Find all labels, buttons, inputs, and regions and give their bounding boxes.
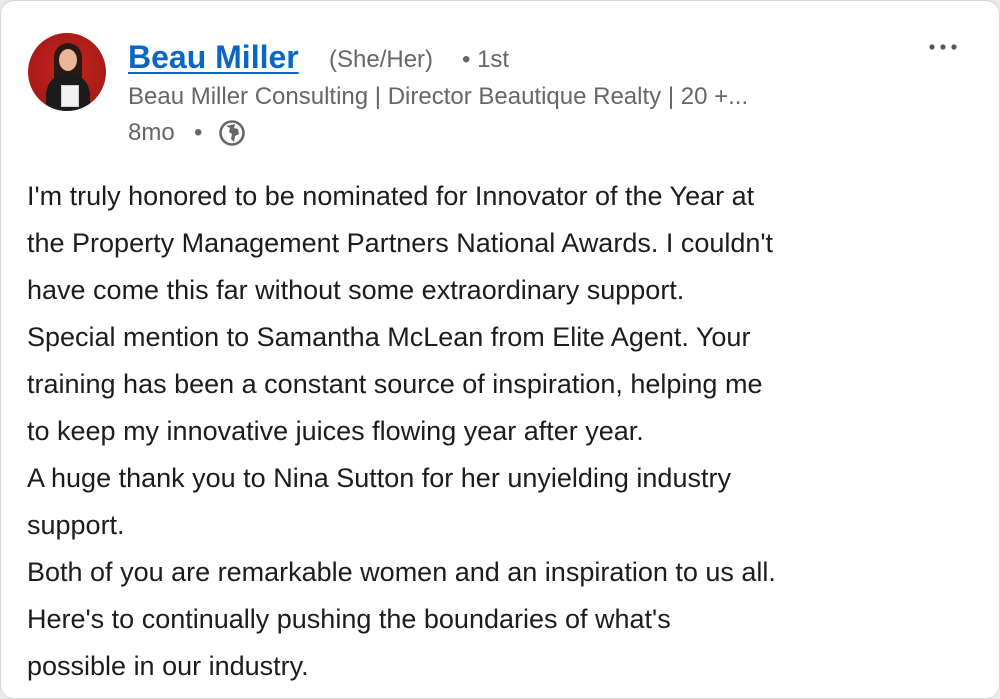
post-text-line: Both of you are remarkable women and an … [27,557,776,587]
post-text-line: I'm truly honored to be nominated for In… [27,181,755,211]
post-text-line: A huge thank you to Nina Sutton for her … [27,463,731,493]
globe-icon [219,120,245,146]
post-text-line: Special mention to Samantha McLean from … [27,322,751,352]
post-text-line: training has been a constant source of i… [27,369,763,399]
author-avatar[interactable] [28,33,106,111]
post-text-line: support. [27,510,125,540]
post-timestamp: 8mo [128,119,175,146]
more-options-icon[interactable] [923,35,963,59]
post-text-line: to keep my innovative juices flowing yea… [27,416,644,446]
post-text-line: the Property Management Partners Nationa… [27,228,774,258]
author-pronouns: (She/Her) [329,46,434,73]
post-card: Beau Miller (She/Her) • 1st Beau Miller … [0,0,1000,699]
post-text-line: possible in our industry. [27,651,309,681]
meta-separator: • [194,119,203,146]
connection-degree: • 1st [462,46,510,73]
avatar-book [61,85,79,107]
post-text-line: Here's to continually pushing the bounda… [27,604,671,634]
avatar-face [59,49,77,71]
post-text: I'm truly honored to be nominated for In… [27,173,977,690]
post-text-line: have come this far without some extraord… [27,275,685,305]
author-name-link[interactable]: Beau Miller [128,37,299,77]
author-headline: Beau Miller Consulting | Director Beauti… [128,83,749,110]
